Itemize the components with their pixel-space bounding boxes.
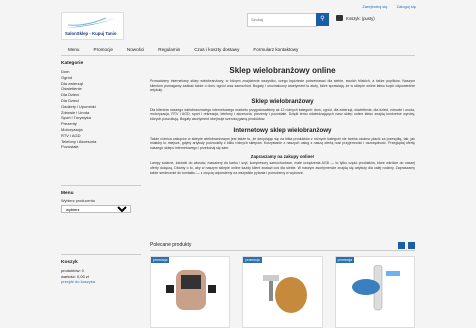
search-box <box>247 13 317 27</box>
manufacturer-label: Wybierz producenta <box>61 199 95 203</box>
manufacturer-box: Menu Wybierz producenta wybierz <box>61 191 141 213</box>
product-card[interactable]: promocja <box>334 256 415 328</box>
nav-item-promocje[interactable]: Promocje <box>87 45 120 55</box>
product-card[interactable]: promocja <box>242 256 323 328</box>
shop-paragraph: Także różnica zakupów w sklepie wielobra… <box>150 136 415 150</box>
invite-heading: Zapraszamy na zakupy online! <box>250 154 315 160</box>
list-view-icon[interactable] <box>408 242 415 249</box>
categories-paragraph: Dla klientów naszego wielobranżowego int… <box>150 107 415 121</box>
logo-swoosh-icon <box>66 17 118 28</box>
category-item[interactable]: Pozostałe <box>61 144 141 150</box>
cart-box: Koszyk produktów: 0 wartość: 0,00 zł prz… <box>61 260 141 285</box>
product-image <box>263 275 308 313</box>
top-bar: Zarejestruj się Zaloguj się <box>0 0 476 11</box>
categories-box: Kategorie Dom Ogród Dla zwierząt Oświetl… <box>61 61 141 150</box>
search-icon: ⚲ <box>320 16 325 22</box>
nav-item-menu[interactable]: Menu <box>61 45 87 55</box>
cart-box-title: Koszyk <box>61 260 78 265</box>
page-title: Sklep wielobranżowy online <box>229 66 336 75</box>
logo-text: SalonSklep - Kupuj Tanio <box>65 31 117 36</box>
section-heading: Sklep wielobranżowy <box>251 97 314 105</box>
sidebar-divider <box>61 185 141 186</box>
go-to-cart-link[interactable]: przejdź do koszyka <box>61 279 141 285</box>
nav-item-nowosci[interactable]: Nowości <box>120 45 151 55</box>
search-input[interactable] <box>248 14 314 24</box>
product-card[interactable]: promocja <box>150 256 231 328</box>
section-heading: Internetowy sklep wielobranżowy <box>233 126 332 134</box>
featured-products-title: Polecane produkty <box>150 242 192 248</box>
featured-products-header: Polecane produkty <box>150 240 415 251</box>
promo-badge: promocja <box>335 257 355 263</box>
categories-title: Kategorie <box>61 61 84 66</box>
cart-icon <box>336 15 343 21</box>
grid-view-icon[interactable] <box>398 242 405 249</box>
promo-badge: promocja <box>243 257 262 263</box>
search-button[interactable]: ⚲ <box>316 13 329 26</box>
logo[interactable]: SalonSklep - Kupuj Tanio <box>61 12 124 40</box>
sidebar-divider <box>61 254 141 255</box>
nav-item-regulamin[interactable]: Regulamin <box>151 45 187 55</box>
menu-title: Menu <box>61 191 74 196</box>
cart-label: Koszyk: (pusty) <box>346 15 375 21</box>
promo-badge: promocja <box>151 257 170 263</box>
products-paragraph: Lampy solarne, lokówki do włosów, masaże… <box>150 161 415 175</box>
main-content: Sklep wielobranżowy online Prowadzimy in… <box>150 61 415 177</box>
main-nav: Menu Promocje Nowości Regulamin Czas i k… <box>61 45 415 56</box>
product-grid: promocja promocja promocja <box>150 256 415 328</box>
intro-paragraph: Prowadzimy internetowy sklep wielobranżo… <box>150 79 415 93</box>
product-image <box>166 270 216 310</box>
product-image <box>351 265 400 311</box>
nav-item-kontakt[interactable]: Formularz kontaktowy <box>246 45 305 55</box>
manufacturer-select[interactable]: wybierz <box>61 205 131 213</box>
login-link[interactable]: Zaloguj się <box>397 4 416 9</box>
account-links: Zarejestruj się Zaloguj się <box>354 4 416 9</box>
register-link[interactable]: Zarejestruj się <box>362 4 387 9</box>
cart-summary[interactable]: Koszyk: (pusty) <box>336 15 375 21</box>
nav-item-dostawa[interactable]: Czas i koszty dostawy <box>187 45 246 55</box>
